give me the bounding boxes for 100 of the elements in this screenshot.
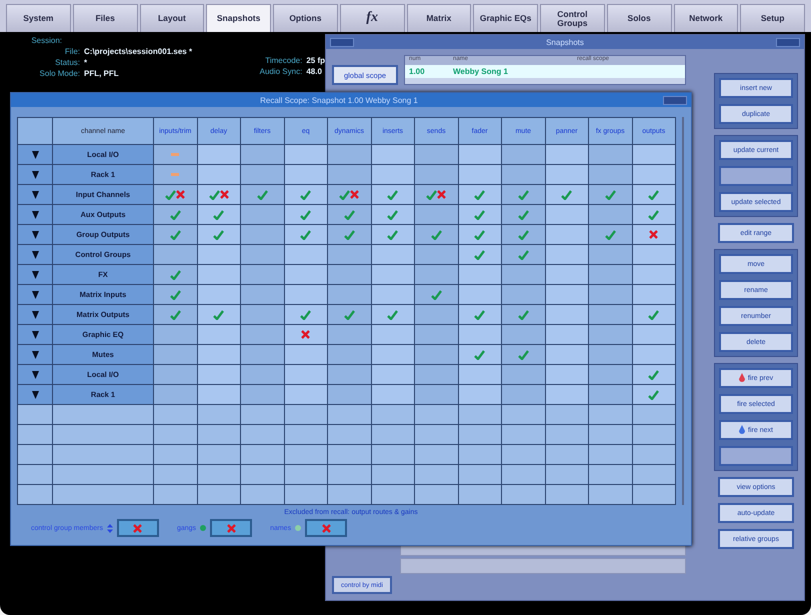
scope-cell[interactable] <box>458 305 501 324</box>
scope-cell[interactable] <box>502 245 544 264</box>
scope-cell[interactable] <box>284 145 327 164</box>
panel-button[interactable] <box>776 38 800 46</box>
down-arrow-icon[interactable] <box>32 370 38 378</box>
scope-cell[interactable] <box>284 285 327 304</box>
scope-cell[interactable] <box>589 325 632 344</box>
scope-cell[interactable] <box>589 185 632 204</box>
scope-cell[interactable] <box>546 145 588 164</box>
down-arrow-icon[interactable] <box>32 350 38 358</box>
scope-cell[interactable] <box>154 265 196 284</box>
scope-cell[interactable] <box>589 285 632 304</box>
nav-tab[interactable]: Network <box>674 4 738 32</box>
scope-cell[interactable] <box>546 265 588 284</box>
scope-cell[interactable] <box>632 365 675 384</box>
scope-cell[interactable] <box>284 165 327 184</box>
exclude-toggle[interactable] <box>210 519 252 537</box>
scope-cell[interactable] <box>284 385 327 404</box>
down-arrow-icon[interactable] <box>32 270 38 278</box>
scope-cell[interactable] <box>154 345 196 364</box>
scope-cell[interactable] <box>458 345 501 364</box>
scope-cell[interactable] <box>241 385 284 404</box>
scope-cell[interactable] <box>241 265 284 284</box>
scope-cell[interactable] <box>284 365 327 384</box>
scope-cell[interactable] <box>632 265 675 284</box>
scope-cell[interactable] <box>415 145 458 164</box>
scope-cell[interactable] <box>198 145 240 164</box>
scope-cell[interactable] <box>328 325 370 344</box>
panel-button[interactable] <box>330 38 354 46</box>
scope-cell[interactable] <box>198 385 240 404</box>
scope-cell[interactable] <box>241 365 284 384</box>
scope-cell[interactable] <box>546 385 588 404</box>
scope-cell[interactable] <box>632 245 675 264</box>
scope-cell[interactable] <box>502 205 544 224</box>
scope-cell[interactable] <box>198 305 240 324</box>
scope-cell[interactable] <box>328 365 370 384</box>
scope-cell[interactable] <box>241 165 284 184</box>
scope-cell[interactable] <box>589 265 632 284</box>
scope-cell[interactable] <box>154 165 196 184</box>
scope-cell[interactable] <box>502 285 544 304</box>
scope-cell[interactable] <box>284 345 327 364</box>
scope-cell[interactable] <box>546 305 588 324</box>
scope-cell[interactable] <box>372 145 414 164</box>
scope-cell[interactable] <box>502 265 544 284</box>
scope-cell[interactable] <box>458 365 501 384</box>
scope-cell[interactable] <box>458 165 501 184</box>
exclude-toggle[interactable] <box>305 519 348 537</box>
scope-cell[interactable] <box>458 285 501 304</box>
scope-cell[interactable] <box>502 345 544 364</box>
scrollbar[interactable] <box>682 117 684 505</box>
scope-cell[interactable] <box>546 185 588 204</box>
nav-tab[interactable]: Options <box>273 4 338 32</box>
scope-cell[interactable] <box>328 345 370 364</box>
scope-cell[interactable] <box>546 285 588 304</box>
scope-cell[interactable] <box>154 325 196 344</box>
scope-cell[interactable] <box>415 205 458 224</box>
down-arrow-icon[interactable] <box>32 330 38 338</box>
scope-cell[interactable] <box>198 345 240 364</box>
scope-cell[interactable] <box>198 165 240 184</box>
down-arrow-icon[interactable] <box>32 290 38 298</box>
scope-cell[interactable] <box>154 285 196 304</box>
scope-cell[interactable] <box>154 145 196 164</box>
scope-cell[interactable] <box>415 245 458 264</box>
scope-cell[interactable] <box>198 225 240 244</box>
scope-cell[interactable] <box>415 185 458 204</box>
scope-cell[interactable] <box>284 185 327 204</box>
scope-cell[interactable] <box>154 385 196 404</box>
scope-cell[interactable] <box>284 265 327 284</box>
scope-cell[interactable] <box>198 205 240 224</box>
down-arrow-icon[interactable] <box>32 250 38 258</box>
scope-cell[interactable] <box>589 205 632 224</box>
scope-cell[interactable] <box>372 365 414 384</box>
scope-cell[interactable] <box>241 325 284 344</box>
nav-tab[interactable]: fx <box>340 4 404 32</box>
scope-cell[interactable] <box>154 305 196 324</box>
scope-cell[interactable] <box>632 325 675 344</box>
scope-cell[interactable] <box>154 205 196 224</box>
scope-cell[interactable] <box>632 185 675 204</box>
scope-cell[interactable] <box>415 165 458 184</box>
scope-cell[interactable] <box>241 345 284 364</box>
scope-cell[interactable] <box>589 245 632 264</box>
nav-tab[interactable]: Matrix <box>406 4 472 32</box>
scope-cell[interactable] <box>328 265 370 284</box>
nav-tab[interactable]: Graphic EQs <box>473 4 538 32</box>
scope-cell[interactable] <box>589 145 632 164</box>
scope-cell[interactable] <box>458 205 501 224</box>
down-arrow-icon[interactable] <box>32 390 38 398</box>
scope-cell[interactable] <box>154 365 196 384</box>
scope-cell[interactable] <box>589 225 632 244</box>
scope-cell[interactable] <box>241 185 284 204</box>
scope-cell[interactable] <box>328 205 370 224</box>
scope-cell[interactable] <box>241 305 284 324</box>
scope-cell[interactable] <box>632 285 675 304</box>
scope-cell[interactable] <box>415 385 458 404</box>
scope-cell[interactable] <box>632 305 675 324</box>
scope-cell[interactable] <box>546 165 588 184</box>
scope-cell[interactable] <box>632 145 675 164</box>
scope-cell[interactable] <box>546 205 588 224</box>
scope-cell[interactable] <box>328 145 370 164</box>
down-arrow-icon[interactable] <box>32 230 38 238</box>
